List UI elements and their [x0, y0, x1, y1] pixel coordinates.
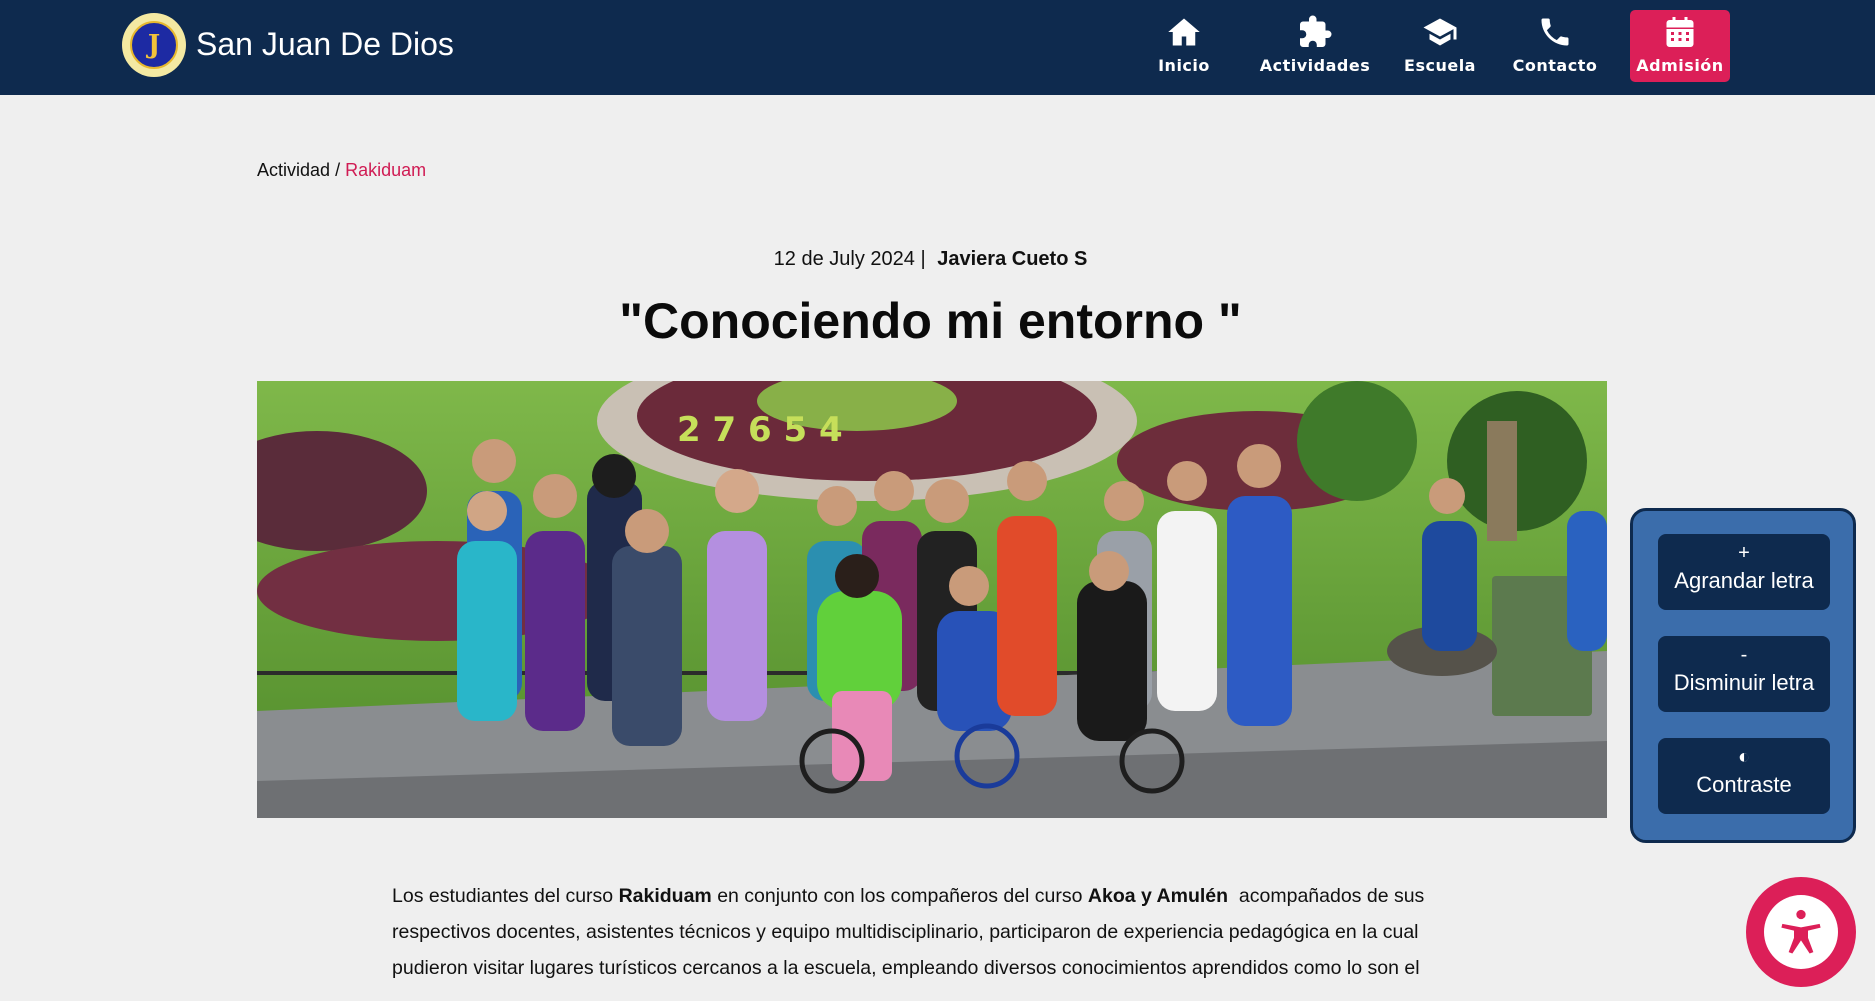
- breadcrumb-current: Rakiduam: [345, 160, 427, 180]
- home-icon: [1168, 18, 1200, 46]
- article-bold-course-2: Akoa y Amulén: [1087, 885, 1229, 907]
- increase-font-label: Agrandar letra: [1674, 568, 1814, 593]
- increase-font-button[interactable]: + Agrandar letra: [1658, 534, 1830, 610]
- post-author: Javiera Cueto S: [937, 248, 1088, 270]
- phone-icon: [1541, 18, 1569, 46]
- accessibility-panel: + Agrandar letra - Disminuir letra ◐ Con…: [1630, 508, 1856, 843]
- article-body: Los estudiantes del curso Rakiduam en co…: [392, 878, 1452, 986]
- school-logo[interactable]: J: [122, 13, 186, 77]
- plus-icon: +: [1738, 542, 1750, 564]
- breadcrumb: Actividad / Rakiduam: [257, 160, 426, 181]
- nav-escuela-label: Escuela: [1404, 56, 1476, 75]
- decrease-font-label: Disminuir letra: [1673, 670, 1815, 695]
- contrast-label: Contraste: [1696, 772, 1792, 797]
- crest-icon: J: [130, 21, 178, 69]
- nav-inicio-label: Inicio: [1158, 56, 1210, 75]
- nav-inicio[interactable]: Inicio: [1142, 10, 1226, 82]
- article-text-2: en conjunto con los compañeros del curso: [717, 885, 1083, 907]
- post-title: "Conociendo mi entorno ": [619, 293, 1242, 349]
- nav-admision-label: Admisión: [1636, 56, 1724, 75]
- nav-actividades[interactable]: Actividades: [1250, 10, 1380, 82]
- meta-separator: |: [920, 248, 926, 270]
- calendar-icon: [1666, 17, 1694, 47]
- decrease-font-button[interactable]: - Disminuir letra: [1658, 636, 1830, 712]
- contrast-button[interactable]: ◐ Contraste: [1658, 738, 1830, 814]
- accessibility-icon: [1764, 895, 1838, 969]
- nav-admision-button[interactable]: Admisión: [1630, 10, 1730, 82]
- accessibility-toggle-button[interactable]: [1746, 877, 1856, 987]
- nav-contacto[interactable]: Contacto: [1505, 10, 1605, 82]
- breadcrumb-separator: /: [335, 160, 341, 180]
- minus-icon: -: [1740, 644, 1748, 666]
- article-text-1: Los estudiantes del curso: [392, 885, 614, 907]
- group-photo: 2 7 6 5 4: [257, 381, 1607, 818]
- site-header: J San Juan De Dios Inicio Actividades Es…: [0, 0, 1875, 95]
- puzzle-icon: [1300, 15, 1332, 47]
- breadcrumb-parent[interactable]: Actividad: [257, 160, 330, 180]
- site-title[interactable]: San Juan De Dios: [196, 26, 454, 63]
- contrast-icon: ◐: [1737, 746, 1751, 768]
- post-meta: 12 de July 2024 | Javiera Cueto S: [0, 248, 1861, 271]
- graduation-cap-icon: [1423, 18, 1457, 46]
- post-date: 12 de July 2024: [773, 248, 915, 270]
- nav-escuela[interactable]: Escuela: [1390, 10, 1490, 82]
- article-bold-course-1: Rakiduam: [618, 885, 712, 907]
- svg-text:2 7 6 5 4: 2 7 6 5 4: [677, 410, 843, 450]
- nav-contacto-label: Contacto: [1512, 56, 1598, 75]
- nav-actividades-label: Actividades: [1259, 56, 1371, 75]
